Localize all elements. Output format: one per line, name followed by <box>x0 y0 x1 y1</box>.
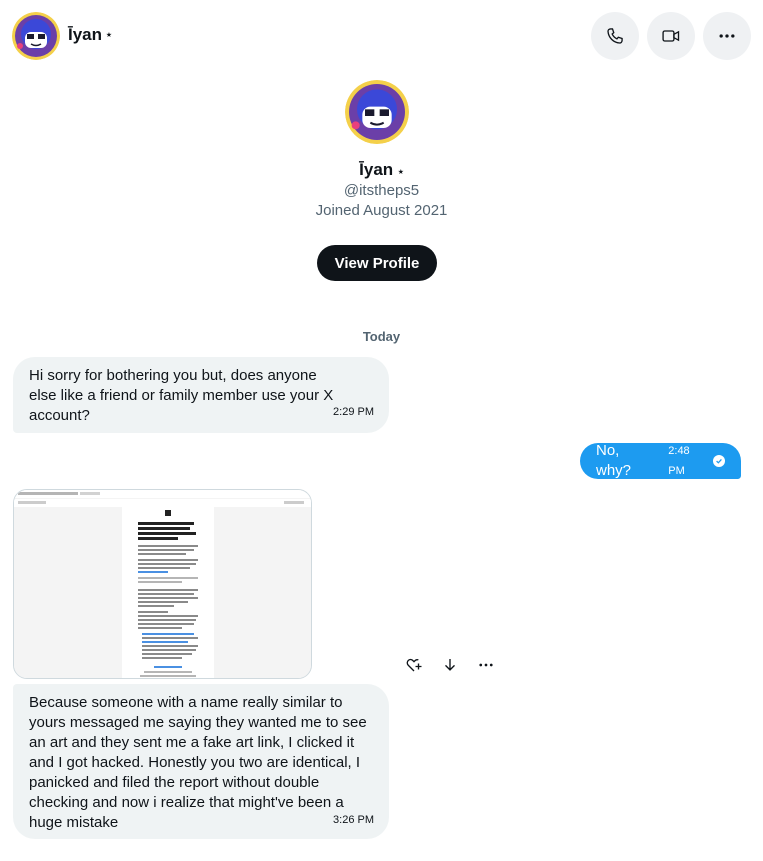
message-time: 2:48 PM <box>668 445 690 477</box>
message-actions <box>404 655 496 675</box>
more-options-button[interactable] <box>703 12 751 60</box>
message-text: No, why? <box>596 442 632 479</box>
video-icon <box>662 30 680 42</box>
phone-icon <box>607 28 623 44</box>
profile-avatar[interactable] <box>345 80 409 144</box>
message-bubble-incoming[interactable]: Hi sorry for bothering you but, does any… <box>13 357 389 433</box>
verified-star-icon: ⭑ <box>106 28 112 41</box>
image-attachment[interactable] <box>13 489 312 679</box>
conversation-header: Īyan ⭑ <box>0 0 763 72</box>
display-name: Īyan <box>68 25 103 44</box>
add-reaction-icon <box>406 658 422 672</box>
view-profile-button[interactable]: View Profile <box>317 245 437 281</box>
day-separator: Today <box>362 329 401 344</box>
profile-handle: @itstheps5 <box>343 182 420 199</box>
download-icon <box>445 659 455 671</box>
verified-star-icon: ⭑ <box>397 166 404 178</box>
profile-display-name: Īyan <box>359 160 394 179</box>
message-timestamp: 2:29 PM <box>333 406 374 418</box>
call-button[interactable] <box>591 12 639 60</box>
avatar[interactable] <box>12 12 60 60</box>
download-button[interactable] <box>440 655 460 675</box>
video-call-button[interactable] <box>647 12 695 60</box>
more-icon <box>479 663 493 667</box>
message-timestamp: 2:48 PM <box>668 441 725 481</box>
message-timestamp: 3:26 PM <box>333 814 374 826</box>
message-text: Because someone with a name really simil… <box>29 694 367 831</box>
email-screenshot-image <box>14 490 311 678</box>
message-text: Hi sorry for bothering you but, does any… <box>29 367 334 424</box>
message-more-button[interactable] <box>476 655 496 675</box>
message-bubble-outgoing[interactable]: No, why? 2:48 PM <box>580 441 741 481</box>
conversation-title[interactable]: Īyan ⭑ <box>68 25 112 45</box>
profile-name: Īyan ⭑ <box>0 160 763 180</box>
more-icon <box>719 34 735 38</box>
profile-joined-date: Joined August 2021 <box>315 202 448 219</box>
read-receipt-icon <box>713 455 725 467</box>
add-reaction-button[interactable] <box>404 655 424 675</box>
message-bubble-incoming[interactable]: Because someone with a name really simil… <box>13 684 389 839</box>
